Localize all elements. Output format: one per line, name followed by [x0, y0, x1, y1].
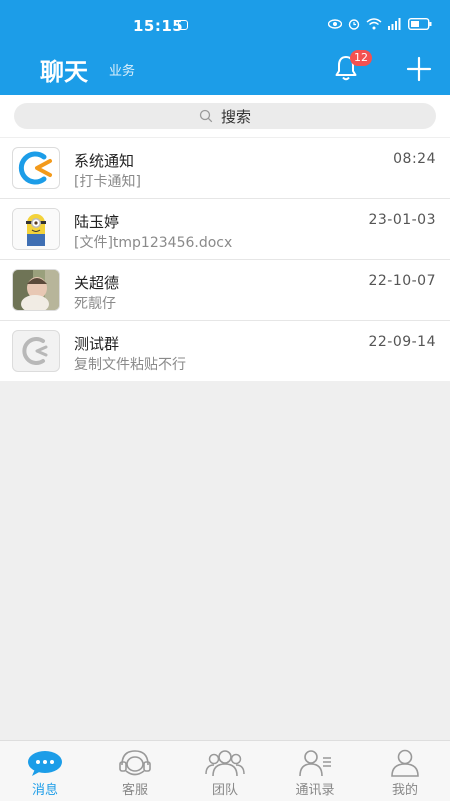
conversation-time: 22-10-07	[368, 273, 436, 289]
eye-icon	[328, 19, 342, 29]
search-label: 搜索	[220, 107, 251, 126]
conversation-preview: 死靓仔	[74, 296, 116, 312]
status-time: 15:15	[133, 17, 184, 35]
status-bar: 15:15	[0, 0, 450, 40]
avatar	[12, 269, 60, 311]
conversation-time: 23-01-03	[368, 212, 436, 228]
tab-service[interactable]: 客服	[90, 741, 180, 801]
app-header: 聊天 业务 12	[0, 40, 450, 95]
avatar	[12, 330, 60, 372]
photo-avatar-icon	[13, 270, 59, 310]
bottom-tab-bar: 消息 客服 团队 通讯录 我的	[0, 740, 450, 801]
conversation-time: 22-09-14	[368, 334, 436, 350]
avatar	[12, 208, 60, 250]
conversation-name: 系统通知	[74, 152, 135, 170]
conversation-item[interactable]: 关超德 死靓仔 22-10-07	[0, 260, 450, 321]
notification-badge: 12	[350, 50, 372, 66]
tab-team[interactable]: 团队	[180, 741, 270, 801]
conversation-list: 系统通知 [打卡通知] 08:24 陆玉婷 [文件]tmp123456.docx…	[0, 138, 450, 381]
tab-label: 我的	[391, 783, 418, 798]
headset-icon	[119, 750, 151, 776]
conversation-name: 陆玉婷	[74, 213, 120, 231]
status-icons	[328, 18, 432, 30]
tab-messages[interactable]: 消息	[0, 741, 90, 801]
contacts-icon	[299, 750, 331, 777]
signal-icon	[388, 18, 401, 30]
alarm-icon	[348, 19, 360, 30]
team-icon	[205, 750, 245, 777]
tab-label: 客服	[121, 783, 148, 798]
page-subtitle[interactable]: 业务	[109, 60, 135, 79]
system-logo-icon	[18, 151, 52, 185]
tab-contacts[interactable]: 通讯录	[270, 741, 360, 801]
tab-profile[interactable]: 我的	[360, 741, 450, 801]
minion-avatar-icon	[13, 209, 59, 249]
conversation-item[interactable]: 系统通知 [打卡通知] 08:24	[0, 138, 450, 199]
status-notification-icon	[178, 20, 188, 30]
wifi-icon	[366, 18, 382, 30]
search-input[interactable]: 搜索	[14, 103, 436, 129]
group-logo-icon	[22, 337, 48, 365]
tab-label: 通讯录	[295, 783, 335, 798]
chat-bubble-icon	[28, 751, 62, 776]
conversation-preview: [打卡通知]	[74, 174, 141, 190]
conversation-name: 测试群	[74, 335, 120, 353]
conversation-name: 关超德	[74, 274, 120, 292]
page-title: 聊天	[40, 58, 88, 86]
tab-label: 团队	[211, 783, 238, 798]
battery-icon	[408, 18, 432, 30]
tab-label: 消息	[31, 783, 58, 798]
add-icon[interactable]	[406, 56, 432, 82]
conversation-item[interactable]: 陆玉婷 [文件]tmp123456.docx 23-01-03	[0, 199, 450, 260]
conversation-time: 08:24	[393, 151, 436, 167]
search-icon	[199, 109, 213, 123]
profile-icon	[391, 749, 419, 777]
conversation-preview: [文件]tmp123456.docx	[74, 235, 233, 251]
avatar	[12, 147, 60, 189]
conversation-preview: 复制文件粘贴不行	[74, 357, 186, 373]
search-bar-container: 搜索	[0, 95, 450, 137]
conversation-item[interactable]: 测试群 复制文件粘贴不行 22-09-14	[0, 321, 450, 381]
